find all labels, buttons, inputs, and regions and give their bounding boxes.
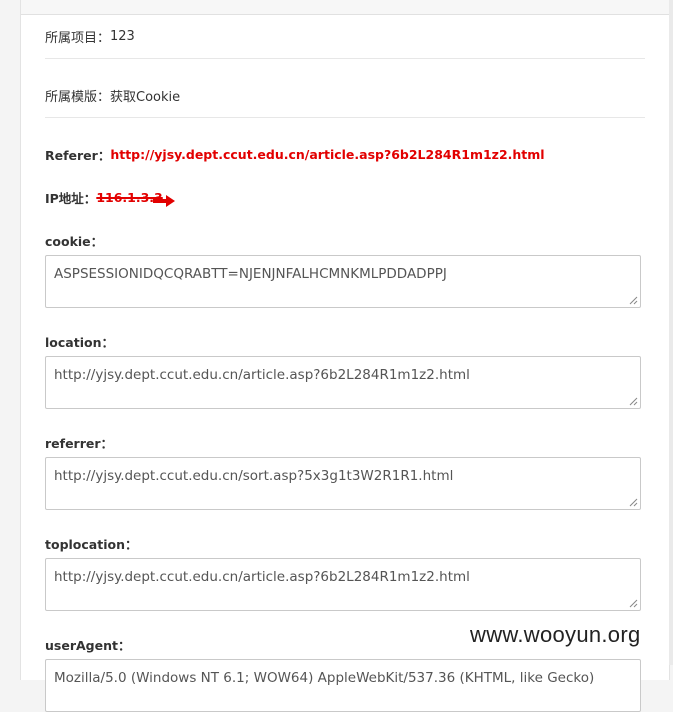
useragent-textarea[interactable]: Mozilla/5.0 (Windows NT 6.1; WOW64) Appl… — [45, 659, 641, 712]
template-value: 获取Cookie — [110, 89, 181, 105]
referrer-label-row: referrer： — [45, 433, 645, 451]
project-row: 所属项目： 123 — [45, 14, 645, 59]
referrer-label: referrer： — [45, 435, 114, 451]
cookie-label: cookie： — [45, 233, 104, 249]
referer-link[interactable]: http://yjsy.dept.ccut.edu.cn/article.asp… — [110, 147, 544, 162]
cookie-textarea[interactable]: ASPSESSIONIDQCQRABTT=NJENJNFALHCMNKMLPDD… — [45, 255, 641, 308]
toplocation-value: http://yjsy.dept.ccut.edu.cn/article.asp… — [54, 569, 470, 585]
detail-content: 所属项目： 123 所属模版： 获取Cookie Referer： http:/… — [45, 14, 645, 712]
ip-label: IP地址： — [45, 190, 97, 206]
project-value: 123 — [110, 28, 135, 44]
page-scrollbar[interactable] — [669, 0, 673, 665]
useragent-label: userAgent： — [45, 637, 131, 653]
ip-row: IP地址： 116.1.3.3 — [45, 187, 645, 207]
template-label: 所属模版： — [45, 89, 111, 105]
toplocation-label-row: toplocation： — [45, 534, 645, 552]
panel-top-bar — [21, 0, 669, 15]
location-label-row: location： — [45, 332, 645, 350]
resize-grip-icon[interactable] — [629, 599, 638, 608]
cookie-label-row: cookie： — [45, 231, 645, 249]
referrer-value: http://yjsy.dept.ccut.edu.cn/sort.asp?5x… — [54, 468, 454, 484]
template-row: 所属模版： 获取Cookie — [45, 73, 645, 118]
cookie-value: ASPSESSIONIDQCQRABTT=NJENJNFALHCMNKMLPDD… — [54, 266, 447, 282]
referer-row: Referer： http://yjsy.dept.ccut.edu.cn/ar… — [45, 144, 645, 164]
location-value: http://yjsy.dept.ccut.edu.cn/article.asp… — [54, 367, 470, 383]
toplocation-textarea[interactable]: http://yjsy.dept.ccut.edu.cn/article.asp… — [45, 558, 641, 611]
watermark-text: www.wooyun.org — [468, 622, 643, 648]
arrow-right-icon — [152, 192, 175, 207]
referer-label: Referer： — [45, 147, 111, 163]
location-label: location： — [45, 334, 114, 350]
resize-grip-icon[interactable] — [629, 397, 638, 406]
project-label: 所属项目： — [45, 30, 111, 46]
useragent-value: Mozilla/5.0 (Windows NT 6.1; WOW64) Appl… — [54, 670, 595, 686]
resize-grip-icon[interactable] — [629, 296, 638, 305]
location-textarea[interactable]: http://yjsy.dept.ccut.edu.cn/article.asp… — [45, 356, 641, 409]
referrer-textarea[interactable]: http://yjsy.dept.ccut.edu.cn/sort.asp?5x… — [45, 457, 641, 510]
toplocation-label: toplocation： — [45, 536, 138, 552]
resize-grip-icon[interactable] — [629, 498, 638, 507]
detail-panel: 所属项目： 123 所属模版： 获取Cookie Referer： http:/… — [20, 0, 670, 712]
